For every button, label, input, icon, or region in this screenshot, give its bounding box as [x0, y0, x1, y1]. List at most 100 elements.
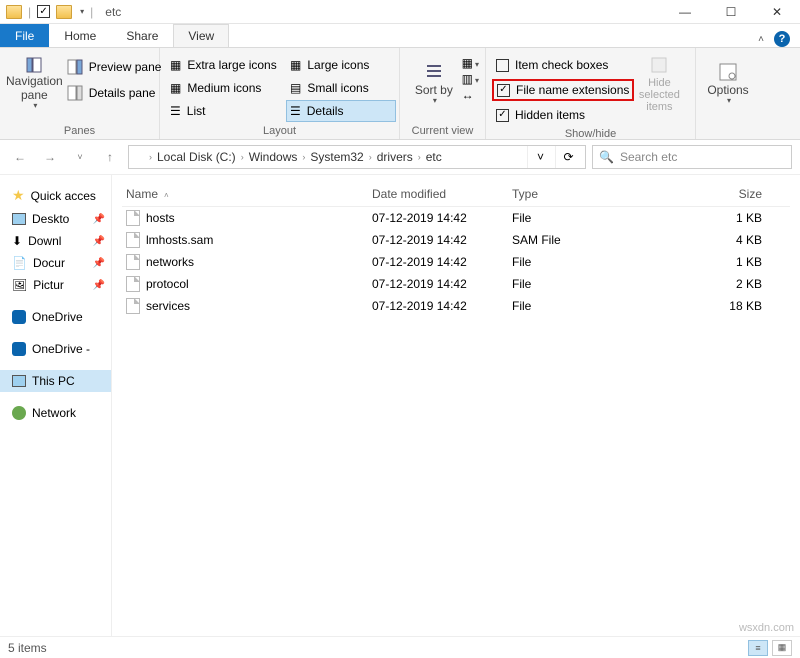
file-row[interactable]: hosts07-12-2019 14:42File1 KB: [122, 207, 790, 229]
hidden-items-checkbox[interactable]: ✓Hidden items: [492, 104, 634, 126]
hide-selected-button[interactable]: Hide selected items: [634, 52, 684, 116]
item-check-boxes-checkbox[interactable]: Item check boxes: [492, 54, 634, 76]
file-row[interactable]: protocol07-12-2019 14:42File2 KB: [122, 273, 790, 295]
file-name-extensions-checkbox[interactable]: ✓File name extensions: [492, 79, 634, 101]
qat-dropdown-icon[interactable]: ▾: [80, 7, 84, 16]
file-date: 07-12-2019 14:42: [372, 277, 512, 291]
qat-check-icon[interactable]: ✓: [37, 5, 50, 18]
sidebar-network[interactable]: Network: [0, 402, 111, 424]
thumbnails-view-icon[interactable]: ▦: [772, 640, 792, 656]
sidebar-this-pc[interactable]: This PC: [0, 370, 111, 392]
checkbox-icon: [496, 59, 509, 72]
qat-separator: |: [90, 5, 93, 19]
chevron-right-icon[interactable]: ›: [369, 152, 372, 162]
file-rows: hosts07-12-2019 14:42File1 KB lmhosts.sam…: [122, 207, 790, 317]
sidebar-onedrive2[interactable]: OneDrive -: [0, 338, 111, 360]
breadcrumb-c[interactable]: Local Disk (C:): [154, 150, 239, 164]
chevron-right-icon[interactable]: ›: [241, 152, 244, 162]
help-icon[interactable]: ?: [774, 31, 790, 47]
forward-button[interactable]: →: [38, 145, 62, 169]
file-icon: [126, 276, 140, 292]
breadcrumb-system32[interactable]: System32: [307, 150, 366, 164]
preview-pane-button[interactable]: Preview pane: [63, 56, 166, 78]
group-label-showhide: Show/hide: [492, 126, 689, 142]
xl-icons-icon: ▦: [170, 58, 181, 72]
layout-list[interactable]: ☰List: [166, 100, 284, 122]
sidebar-quick-access[interactable]: ★Quick acces: [0, 183, 111, 208]
network-icon: [12, 406, 26, 420]
search-box[interactable]: 🔍 Search etc: [592, 145, 792, 169]
size-columns-icon[interactable]: ↔: [462, 88, 479, 102]
onedrive-icon: [12, 342, 26, 356]
nav-bar: ← → ˅ ↑ › Local Disk (C:)› Windows› Syst…: [0, 140, 800, 174]
breadcrumb-etc[interactable]: etc: [423, 150, 445, 164]
up-button[interactable]: ↑: [98, 145, 122, 169]
tab-file[interactable]: File: [0, 24, 49, 47]
tab-share[interactable]: Share: [111, 24, 173, 47]
sidebar-item-desktop[interactable]: Deskto📌: [0, 208, 111, 230]
file-name: lmhosts.sam: [146, 233, 213, 247]
layout-large[interactable]: ▦Large icons: [286, 54, 396, 76]
file-row[interactable]: services07-12-2019 14:42File18 KB: [122, 295, 790, 317]
tab-view[interactable]: View: [173, 24, 229, 47]
folder-icon[interactable]: [6, 5, 22, 19]
sidebar-item-documents[interactable]: 📄Docur📌: [0, 252, 111, 274]
chevron-right-icon[interactable]: ›: [418, 152, 421, 162]
search-placeholder: Search etc: [620, 150, 677, 164]
options-button[interactable]: Options▾: [702, 52, 754, 116]
folder-icon[interactable]: [56, 5, 72, 19]
layout-extra-large[interactable]: ▦Extra large icons: [166, 54, 284, 76]
watermark: wsxdn.com: [739, 622, 794, 634]
file-date: 07-12-2019 14:42: [372, 233, 512, 247]
file-icon: [126, 254, 140, 270]
quick-access-toolbar: | ✓ ▾ |: [0, 5, 99, 19]
navigation-pane-button[interactable]: Navigation pane▾: [6, 52, 63, 116]
window-controls: ― ☐ ✕: [662, 0, 800, 24]
column-name[interactable]: Name˄: [122, 187, 372, 201]
sidebar: ★Quick acces Deskto📌 ⬇Downl📌 📄Docur📌 🖼Pi…: [0, 175, 112, 636]
layout-small[interactable]: ▤Small icons: [286, 77, 396, 99]
pictures-icon: 🖼: [12, 278, 27, 292]
column-date[interactable]: Date modified: [372, 187, 512, 201]
column-headers: Name˄ Date modified Type Size: [122, 181, 790, 207]
title-bar: | ✓ ▾ | etc ― ☐ ✕: [0, 0, 800, 24]
collapse-ribbon-icon[interactable]: ˄: [758, 34, 764, 45]
ribbon-group-currentview: Sort by▾ ▦▾ ▥▾ ↔ Current view: [400, 48, 486, 139]
ribbon: Navigation pane▾ Preview pane Details pa…: [0, 48, 800, 140]
folder-icon: [133, 151, 147, 163]
layout-details[interactable]: ☰Details: [286, 100, 396, 122]
tab-home[interactable]: Home: [49, 24, 111, 47]
group-by-icon[interactable]: ▦▾: [462, 56, 479, 70]
file-name: hosts: [146, 211, 175, 225]
chevron-right-icon[interactable]: ›: [149, 152, 152, 162]
refresh-icon[interactable]: ⟳: [555, 146, 581, 168]
checkbox-checked-icon: ✓: [497, 84, 510, 97]
address-bar[interactable]: › Local Disk (C:)› Windows› System32› dr…: [128, 145, 586, 169]
breadcrumb-drivers[interactable]: drivers: [374, 150, 416, 164]
column-type[interactable]: Type: [512, 187, 632, 201]
add-columns-icon[interactable]: ▥▾: [462, 72, 479, 86]
layout-medium[interactable]: ▦Medium icons: [166, 77, 284, 99]
sidebar-item-pictures[interactable]: 🖼Pictur📌: [0, 274, 111, 296]
chevron-right-icon[interactable]: ›: [302, 152, 305, 162]
details-pane-button[interactable]: Details pane: [63, 82, 166, 104]
breadcrumb-windows[interactable]: Windows: [246, 150, 301, 164]
downloads-icon: ⬇: [12, 234, 22, 248]
file-type: File: [512, 299, 632, 313]
back-button[interactable]: ←: [8, 145, 32, 169]
sort-by-button[interactable]: Sort by▾: [406, 52, 462, 116]
maximize-button[interactable]: ☐: [708, 0, 754, 24]
details-view-icon[interactable]: ≡: [748, 640, 768, 656]
pin-icon: 📌: [93, 214, 105, 225]
details-pane-icon: [67, 85, 83, 101]
recent-locations-icon[interactable]: ˅: [68, 145, 92, 169]
file-row[interactable]: networks07-12-2019 14:42File1 KB: [122, 251, 790, 273]
close-button[interactable]: ✕: [754, 0, 800, 24]
sidebar-item-downloads[interactable]: ⬇Downl📌: [0, 230, 111, 252]
medium-icons-icon: ▦: [170, 81, 181, 95]
previous-locations-icon[interactable]: ˅: [527, 146, 553, 168]
sidebar-onedrive1[interactable]: OneDrive: [0, 306, 111, 328]
minimize-button[interactable]: ―: [662, 0, 708, 24]
column-size[interactable]: Size: [632, 187, 790, 201]
file-row[interactable]: lmhosts.sam07-12-2019 14:42SAM File4 KB: [122, 229, 790, 251]
